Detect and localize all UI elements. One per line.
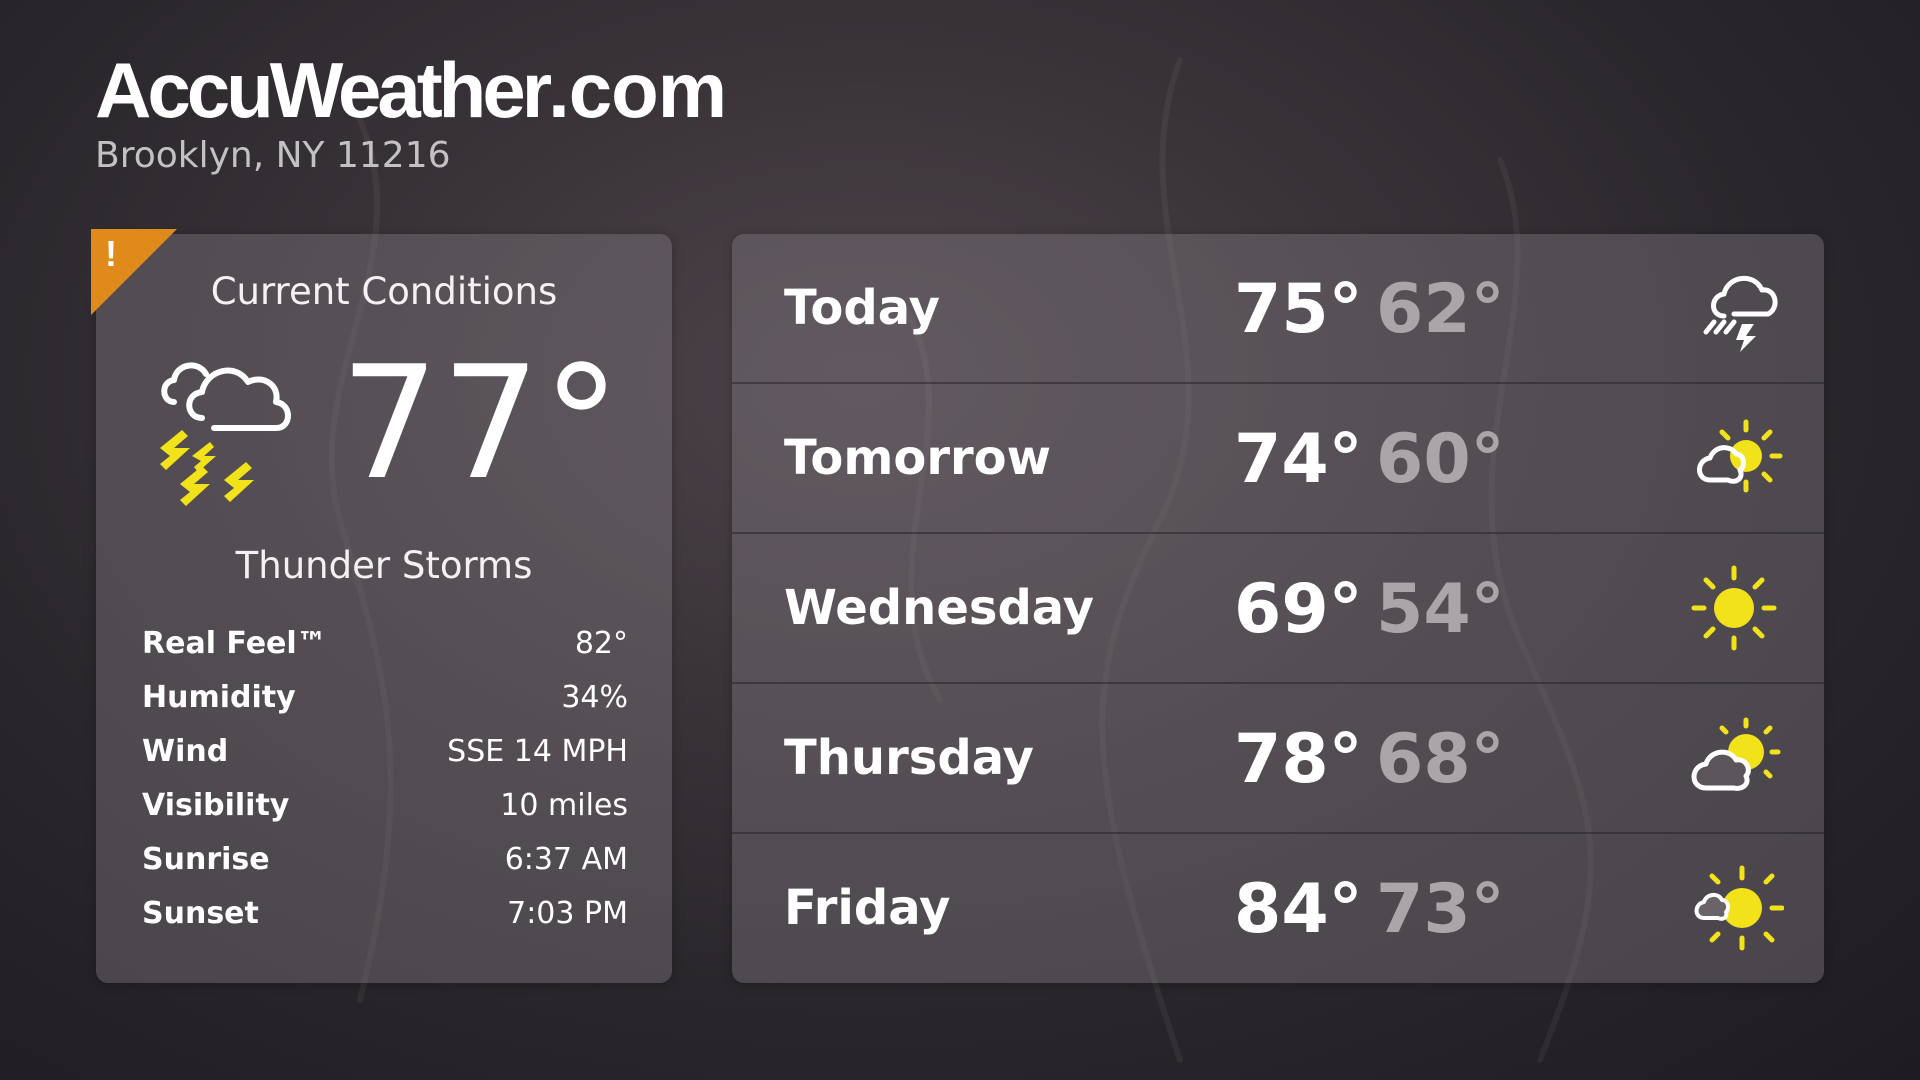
current-condition-text: Thunder Storms xyxy=(235,544,533,587)
detail-row-humidity: Humidity 34% xyxy=(142,680,628,734)
forecast-high: 84° xyxy=(1234,870,1363,949)
forecast-row-thursday[interactable]: Thursday 78° 68° xyxy=(732,684,1824,834)
forecast-day: Tomorrow xyxy=(784,430,1051,486)
detail-label: Sunset xyxy=(142,896,259,931)
conditions-details: Real Feel™ 82° Humidity 34% Wind SSE 14 … xyxy=(142,626,628,950)
cloud-rain-thunder-icon xyxy=(1703,275,1778,352)
forecast-low: 68° xyxy=(1376,720,1505,799)
thunderstorm-icon xyxy=(160,362,291,506)
detail-label: Visibility xyxy=(142,788,290,823)
detail-label: Wind xyxy=(142,734,229,769)
detail-value: SSE 14 MPH xyxy=(447,734,628,769)
sunny-icon xyxy=(1691,565,1777,651)
forecast-row-tomorrow[interactable]: Tomorrow 74° 60° xyxy=(732,384,1824,534)
current-conditions-card[interactable]: ! Current Conditions 77° Thunder Storms … xyxy=(91,229,672,983)
detail-value: 10 miles xyxy=(500,788,628,823)
detail-value: 82° xyxy=(574,626,628,661)
forecast-row-today[interactable]: Today 75° 62° xyxy=(732,234,1824,384)
forecast-low: 62° xyxy=(1376,270,1505,349)
detail-row-wind: Wind SSE 14 MPH xyxy=(142,734,628,788)
detail-label: Humidity xyxy=(142,680,296,715)
forecast-high: 78° xyxy=(1234,720,1363,799)
alert-exclamation-icon: ! xyxy=(105,233,117,274)
forecast-day: Friday xyxy=(784,880,951,936)
brand-name: AccuWeather xyxy=(95,46,552,134)
detail-row-realfeel: Real Feel™ 82° xyxy=(142,626,628,680)
mostly-cloudy-sun-icon xyxy=(1691,717,1781,791)
forecast-row-wednesday[interactable]: Wednesday 69° 54° xyxy=(732,534,1824,684)
forecast-day: Wednesday xyxy=(784,580,1095,636)
forecast-high: 69° xyxy=(1234,570,1363,649)
location-label[interactable]: Brooklyn, NY 11216 xyxy=(95,134,726,178)
forecast-row-friday[interactable]: Friday 84° 73° xyxy=(732,834,1824,982)
forecast-low: 60° xyxy=(1376,420,1505,499)
detail-label: Real Feel™ xyxy=(142,626,327,661)
forecast-high: 74° xyxy=(1234,420,1363,499)
brand-logo[interactable]: AccuWeather.com xyxy=(95,46,727,134)
detail-row-sunset: Sunset 7:03 PM xyxy=(142,896,628,950)
detail-value: 34% xyxy=(561,680,628,715)
forecast-low: 54° xyxy=(1376,570,1505,649)
current-temperature: 77° xyxy=(340,332,623,514)
forecast-low: 73° xyxy=(1376,870,1505,949)
forecast-day: Today xyxy=(784,280,940,336)
forecast-high: 75° xyxy=(1234,270,1363,349)
forecast-day: Thursday xyxy=(784,730,1034,786)
detail-value: 6:37 AM xyxy=(504,842,628,877)
current-conditions-title: Current Conditions xyxy=(210,270,558,313)
mostly-sunny-icon xyxy=(1694,865,1784,951)
header: AccuWeather.com Brooklyn, NY 11216 xyxy=(95,46,727,178)
detail-value: 7:03 PM xyxy=(507,896,628,931)
forecast-card: Today 75° 62° Tomorrow 74° 60° Wednesday… xyxy=(732,234,1824,983)
detail-label: Sunrise xyxy=(142,842,270,877)
detail-row-sunrise: Sunrise 6:37 AM xyxy=(142,842,628,896)
partly-sunny-icon xyxy=(1697,419,1783,493)
brand-domain-suffix: .com xyxy=(548,46,727,134)
detail-row-visibility: Visibility 10 miles xyxy=(142,788,628,842)
